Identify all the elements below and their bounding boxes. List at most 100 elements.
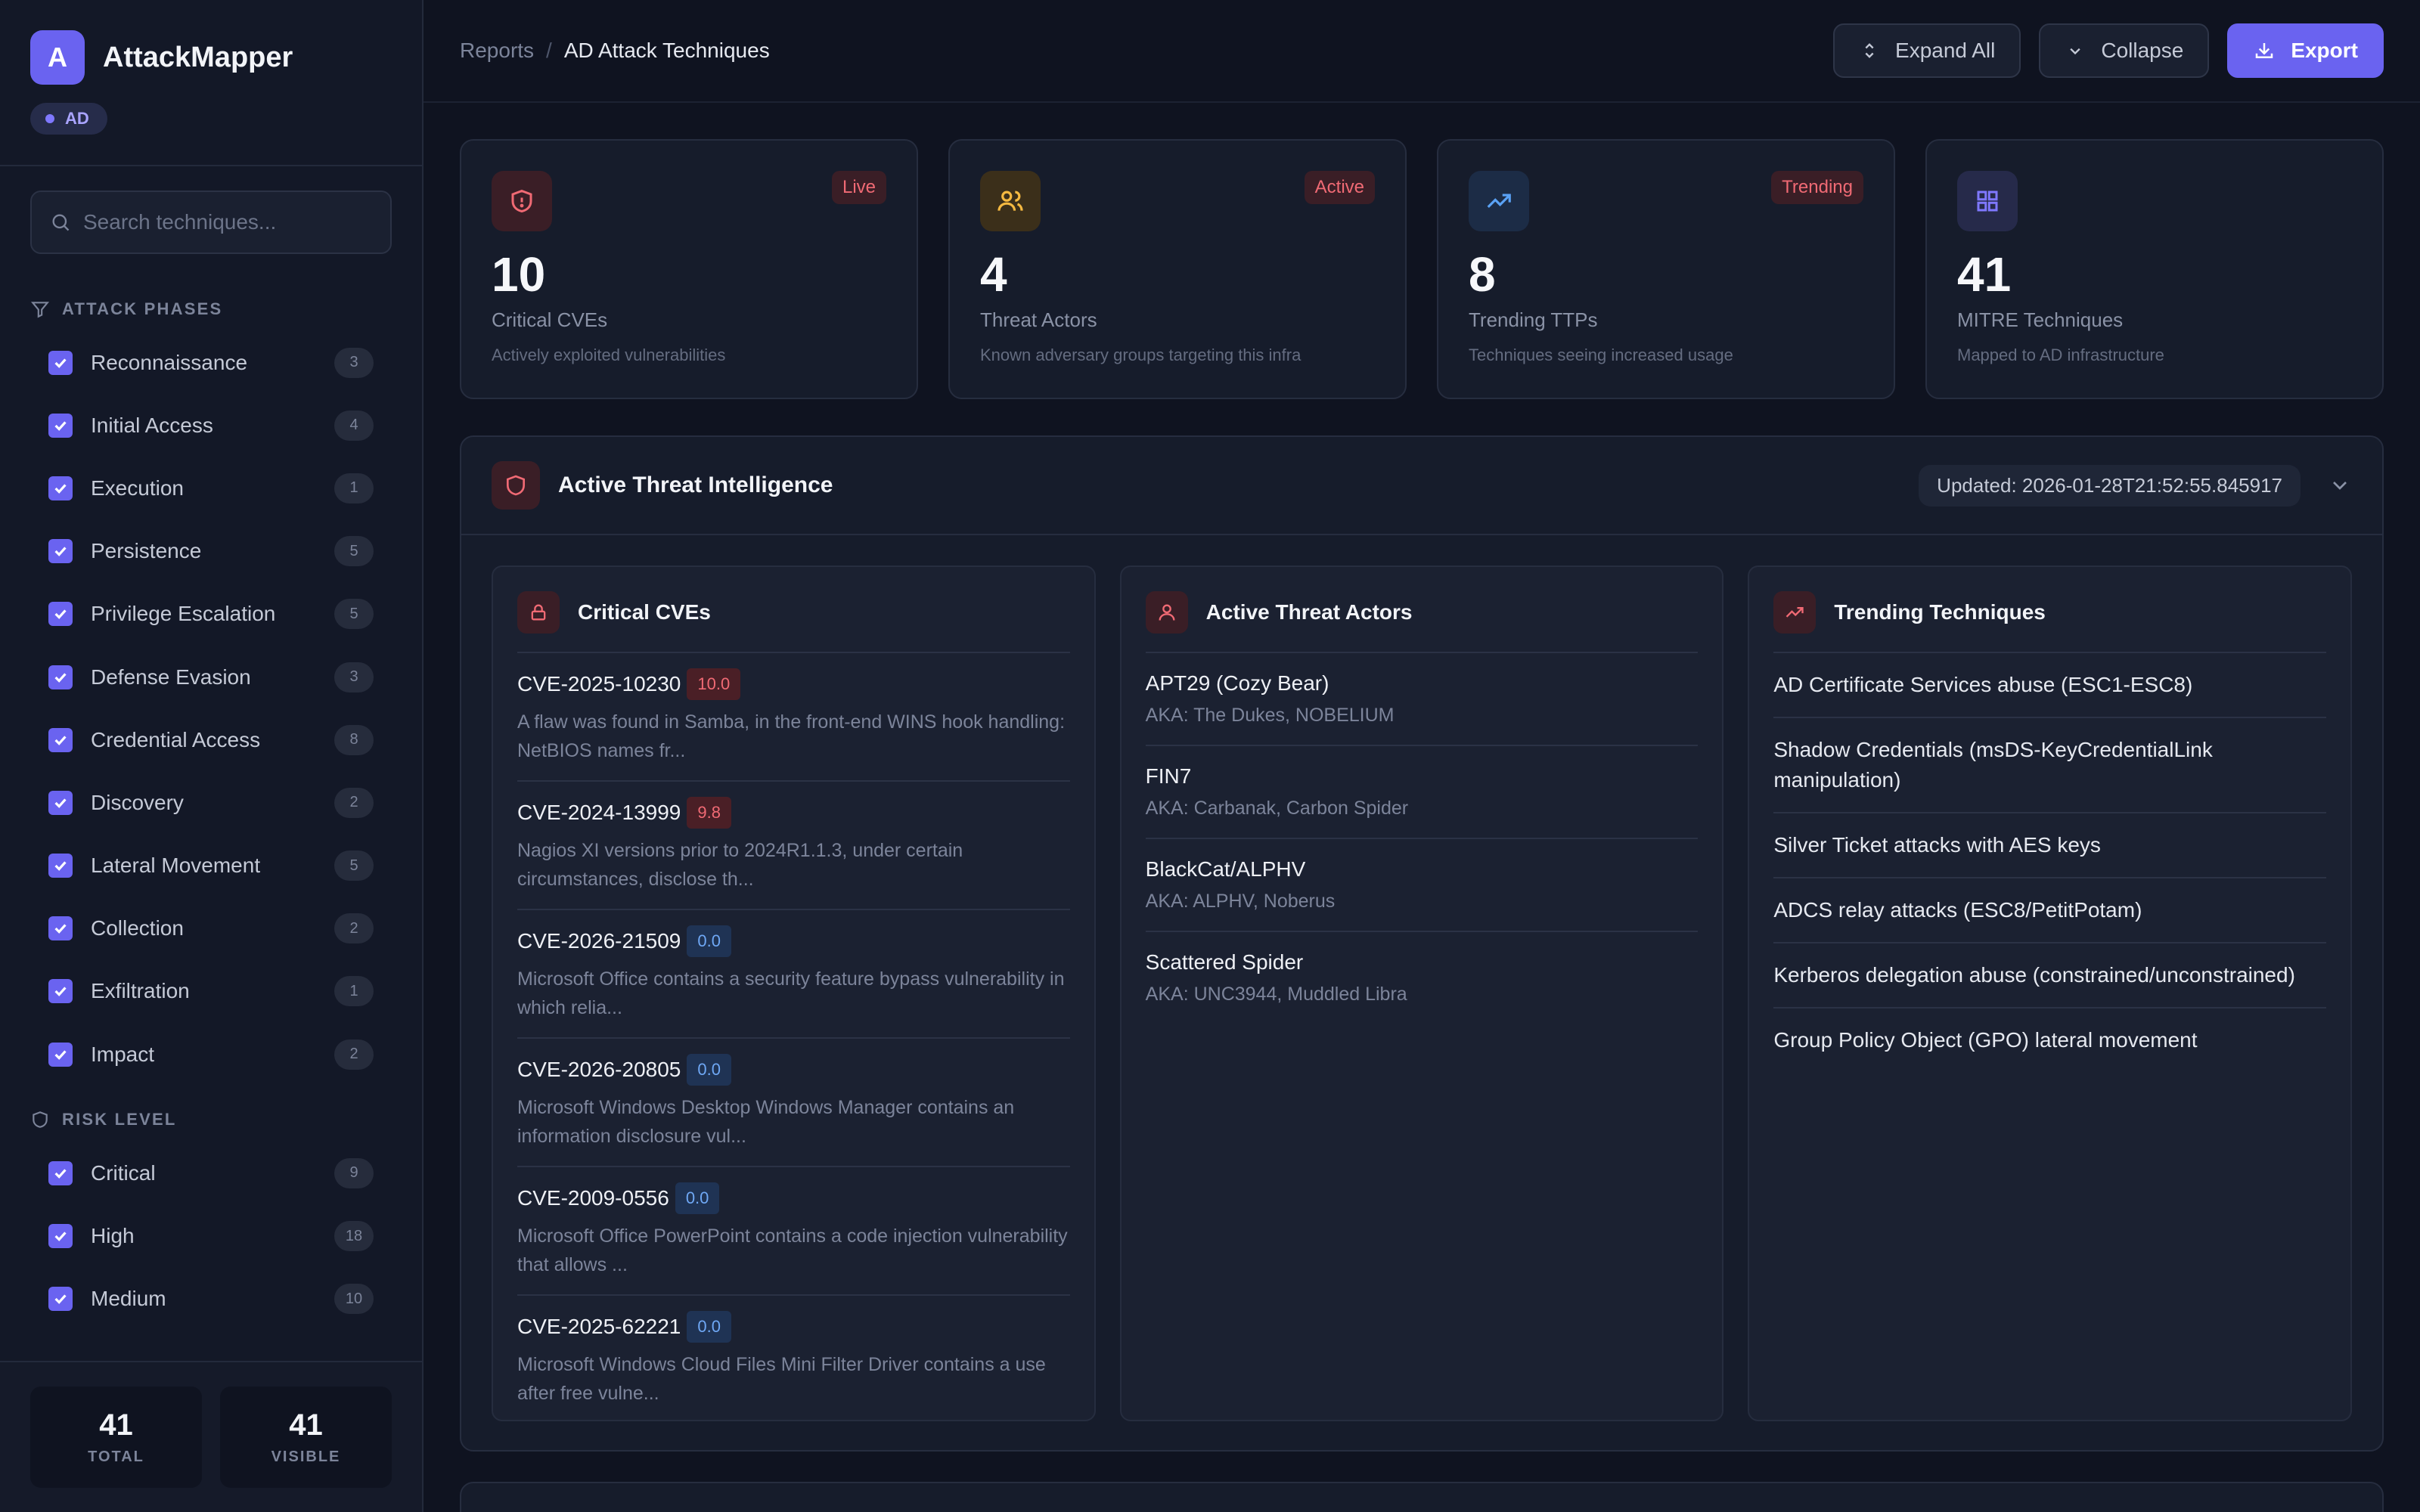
filter-label: Collection [91,916,184,940]
cvss-score-badge: 9.8 [687,797,731,829]
checkbox-checked-icon[interactable] [48,539,73,564]
filter-item[interactable]: Initial Access 4 [0,394,422,457]
actor-name: APT29 (Cozy Bear) [1145,671,1329,695]
cve-item[interactable]: CVE-2025-10230 10.0 A flaw was found in Sa… [517,653,1070,782]
cve-item[interactable]: CVE-2026-21509 0.0 Microsoft Office contai… [517,910,1070,1039]
filter-item[interactable]: High 18 [0,1204,422,1267]
filter-item[interactable]: Discovery 2 [0,771,422,834]
filter-item[interactable]: Credential Access 8 [0,708,422,771]
count-badge: 2 [334,1039,374,1070]
checkbox-checked-icon[interactable] [48,1224,73,1249]
filter-item[interactable]: Execution 1 [0,457,422,519]
technique-list: AD Certificate Services abuse (ESC1-ESC8… [1773,653,2327,1072]
threat-intel-title-wrap: Active Threat Intelligence [492,461,833,510]
cvss-score-badge: 0.0 [675,1182,720,1214]
filter-label: Impact [91,1042,155,1066]
divider [0,165,422,166]
cve-description: Nagios XI versions prior to 2024R1.1.3, … [517,840,963,890]
filter-item[interactable]: Persistence 5 [0,520,422,583]
phase-filter-list: Reconnaissance 3 Initial Access 4 Execution 1… [0,331,422,1086]
checkbox-checked-icon[interactable] [48,350,73,375]
breadcrumb-current: AD Attack Techniques [563,39,770,62]
stat-value: 4 [980,247,1007,302]
shield-icon [492,461,540,510]
checkbox-checked-icon[interactable] [48,1160,73,1185]
count-badge: 4 [334,410,374,441]
cve-item[interactable]: CVE-2024-13999 9.8 Nagios XI versions prio… [517,782,1070,910]
filter-item[interactable]: Medium 10 [0,1268,422,1331]
count-badge: 5 [334,536,374,567]
filter-label: Initial Access [91,413,213,437]
filter-item[interactable]: Impact 2 [0,1023,422,1086]
grid-icon [1957,171,2018,231]
cve-id[interactable]: CVE-2025-10230 [517,672,681,696]
cve-description: Microsoft Windows Desktop Windows Manage… [517,1097,1015,1147]
filter-item[interactable]: Reconnaissance 3 [0,331,422,394]
breadcrumb-reports-link[interactable]: Reports [460,39,534,63]
search-input[interactable] [83,210,355,234]
checkbox-checked-icon[interactable] [48,727,73,752]
expand-all-button[interactable]: Expand All [1833,23,2021,78]
cve-id[interactable]: CVE-2026-20805 [517,1058,681,1082]
cve-id[interactable]: CVE-2009-0556 [517,1186,669,1210]
section-title-text: RISK LEVEL [62,1110,177,1129]
checkbox-checked-icon[interactable] [48,1287,73,1312]
checkbox-checked-icon[interactable] [48,665,73,689]
search-box[interactable] [30,191,392,254]
count-badge: 5 [334,599,374,630]
chevron-down-icon[interactable] [2328,473,2352,497]
filter-item[interactable]: Exfiltration 1 [0,960,422,1023]
technique-item[interactable]: ADCS relay attacks (ESC8/PetitPotam) [1773,878,2327,943]
checkbox-checked-icon[interactable] [48,602,73,627]
export-button[interactable]: Export [2227,23,2384,78]
cve-item[interactable]: CVE-2009-0556 0.0 Microsoft Office PowerPo… [517,1167,1070,1296]
actor-aliases: AKA: Carbanak, Carbon Spider [1145,798,1409,819]
actor-name: FIN7 [1145,764,1192,788]
filter-item[interactable]: Collection 2 [0,897,422,960]
cve-item[interactable]: CVE-2025-62221 0.0 Microsoft Windows Cloud… [517,1296,1070,1423]
actor-item[interactable]: Scattered Spider AKA: UNC3944, Muddled Li… [1146,932,1699,1024]
cve-item[interactable]: CVE-2026-20805 0.0 Microsoft Windows Deskt… [517,1039,1070,1167]
threat-intel-header[interactable]: Active Threat Intelligence Updated: 2026… [461,437,2382,535]
actor-item[interactable]: APT29 (Cozy Bear) AKA: The Dukes, NOBELIU… [1145,653,1699,746]
checkbox-checked-icon[interactable] [48,476,73,500]
export-label: Export [2291,39,2358,62]
technique-item[interactable]: Silver Ticket attacks with AES keys [1773,813,2327,878]
column-title: Active Threat Actors [1205,600,1413,624]
technique-item[interactable]: AD Certificate Services abuse (ESC1-ESC8… [1773,653,2327,718]
checkbox-checked-icon[interactable] [48,1042,73,1067]
actor-item[interactable]: BlackCat/ALPHV AKA: ALPHV, Noberus [1145,839,1699,932]
cve-list: CVE-2025-10230 10.0 A flaw was found in Sa… [517,653,1070,1423]
trending-badge: Trending [1771,171,1863,204]
checkbox-checked-icon[interactable] [48,979,73,1004]
count-badge: 1 [334,976,374,1007]
actor-aliases: AKA: The Dukes, NOBELIUM [1145,705,1395,726]
count-badge: 10 [334,1284,374,1315]
checkbox-checked-icon[interactable] [48,790,73,815]
technique-item[interactable]: Group Policy Object (GPO) lateral moveme… [1773,1009,2326,1072]
cvss-score-badge: 10.0 [687,668,741,700]
actor-item[interactable]: FIN7 AKA: Carbanak, Carbon Spider [1145,746,1699,839]
technique-item[interactable]: Kerberos delegation abuse (constrained/u… [1773,943,2327,1009]
cve-id[interactable]: CVE-2024-13999 [517,801,681,825]
stat-title: MITRE Techniques [1957,308,2124,331]
risk-level-heading: RISK LEVEL [30,1110,392,1129]
technique-item[interactable]: Shadow Credentials (msDS-KeyCredentialLi… [1773,718,2327,813]
stat-description: Actively exploited vulnerabilities [492,345,726,364]
filter-item[interactable]: Critical 9 [0,1142,422,1204]
checkbox-checked-icon[interactable] [48,854,73,878]
stat-description: Mapped to AD infrastructure [1957,345,2164,364]
column-header: Critical CVEs [517,591,1070,653]
app-logo[interactable]: A [30,30,85,85]
checkbox-checked-icon[interactable] [48,916,73,941]
collapse-button[interactable]: Collapse [2039,23,2210,78]
filter-item[interactable]: Lateral Movement 5 [0,835,422,897]
cve-id[interactable]: CVE-2025-62221 [517,1315,681,1339]
filter-item[interactable]: Defense Evasion 3 [0,646,422,708]
top-bar: Reports / AD Attack Techniques Expand Al… [424,0,2420,103]
cve-id[interactable]: CVE-2026-21509 [517,929,681,953]
cvss-score-badge: 0.0 [687,925,731,957]
filter-item[interactable]: Privilege Escalation 5 [0,583,422,646]
stat-description: Known adversary groups targeting this in… [980,345,1302,364]
checkbox-checked-icon[interactable] [48,413,73,438]
